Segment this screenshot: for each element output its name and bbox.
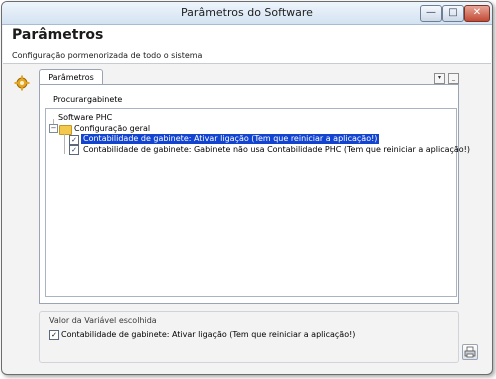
variable-checkbox[interactable]: ✓	[49, 330, 59, 340]
close-button[interactable]: ✕	[464, 5, 490, 22]
item-checkbox[interactable]: ✓	[69, 145, 79, 155]
folder-icon	[59, 125, 72, 135]
chevron-down-icon[interactable]: ▾	[434, 73, 445, 84]
collapse-icon[interactable]: _	[448, 73, 459, 84]
settings-gear-icon	[14, 75, 30, 91]
parameters-window: Parâmetros do Software — □ ✕ Parâmetros …	[1, 1, 493, 375]
tree-item-selected[interactable]: Contabilidade de gabinete: Ativar ligaçã…	[81, 134, 380, 144]
minimize-button[interactable]: —	[420, 5, 442, 22]
title-bar[interactable]: Parâmetros do Software — □ ✕	[2, 2, 492, 25]
window-title: Parâmetros do Software	[181, 6, 313, 19]
search-input[interactable]	[84, 93, 450, 105]
tree-root[interactable]: Software PHC	[58, 113, 112, 122]
tree-expander-icon[interactable]: −	[49, 124, 58, 133]
page-title: Parâmetros	[12, 27, 104, 43]
page-subtitle: Configuração pormenorizada de todo o sis…	[12, 51, 203, 60]
variable-section-label: Valor da Variável escolhida	[49, 316, 157, 325]
printer-icon[interactable]	[462, 344, 478, 360]
item-checkbox[interactable]: ✓	[69, 135, 79, 145]
tree-group[interactable]: Configuração geral	[74, 124, 150, 133]
tree-connector	[64, 134, 65, 154]
variable-checkbox-label: Contabilidade de gabinete: Ativar ligaçã…	[61, 330, 356, 339]
maximize-button[interactable]: □	[442, 5, 464, 22]
tree-item[interactable]: Contabilidade de gabinete: Gabinete não …	[83, 145, 470, 154]
header-divider	[3, 63, 491, 64]
parameters-tree[interactable]: Software PHC − Configuração geral ✓ Cont…	[45, 108, 470, 297]
